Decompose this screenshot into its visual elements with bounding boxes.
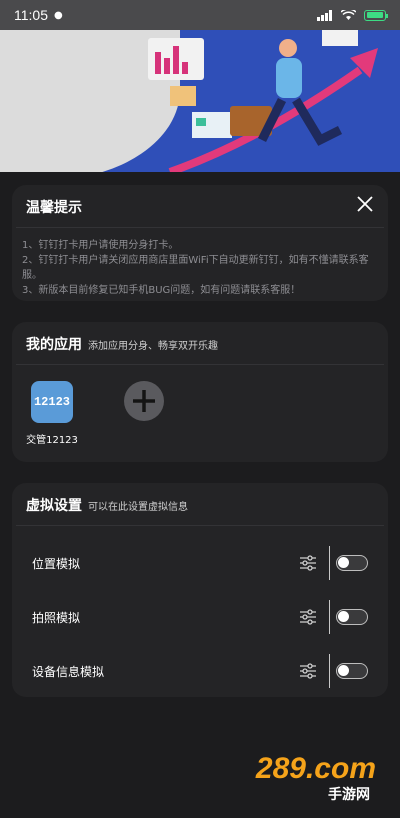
camera-toggle[interactable] bbox=[336, 609, 368, 625]
close-icon[interactable] bbox=[356, 195, 374, 213]
virtual-item-device-info: 设备信息模拟 bbox=[12, 644, 388, 698]
virtual-title: 虚拟设置 bbox=[26, 498, 82, 514]
location-toggle[interactable] bbox=[336, 555, 368, 571]
app-12123-icon[interactable]: 12123 bbox=[31, 381, 73, 423]
status-bar: 11:05 ● bbox=[0, 0, 400, 30]
virtual-item-label: 拍照模拟 bbox=[32, 610, 81, 625]
wifi-icon bbox=[341, 9, 356, 20]
virtual-settings-card: 虚拟设置 可以在此设置虚拟信息 位置模拟 拍照模拟 设备信息模拟 bbox=[12, 483, 388, 697]
add-app-item[interactable] bbox=[116, 381, 172, 446]
divider bbox=[329, 546, 330, 580]
virtual-item-location: 位置模拟 bbox=[12, 536, 388, 590]
app-icon-text: 12123 bbox=[33, 395, 70, 409]
apps-subtitle: 添加应用分身、畅享双开乐趣 bbox=[88, 341, 218, 352]
watermark-subtitle: 手游网 bbox=[328, 787, 370, 803]
divider bbox=[329, 600, 330, 634]
virtual-item-label: 位置模拟 bbox=[32, 556, 81, 571]
divider bbox=[329, 654, 330, 688]
tips-line: 3、新版本目前修复已知手机BUG问题，如有问题请联系客服！ bbox=[22, 285, 301, 296]
tips-title: 温馨提示 bbox=[26, 200, 82, 216]
banner-illustration bbox=[0, 30, 400, 172]
tips-line: 1、钉钉打卡用户请使用分身打卡。 bbox=[22, 240, 179, 251]
virtual-item-camera: 拍照模拟 bbox=[12, 590, 388, 644]
notification-icon: ● bbox=[54, 9, 63, 21]
apps-header: 我的应用 添加应用分身、畅享双开乐趣 bbox=[16, 322, 384, 365]
app-item-12123[interactable]: 12123 交管12123 bbox=[24, 381, 80, 446]
virtual-item-label: 设备信息模拟 bbox=[32, 664, 105, 679]
sliders-icon[interactable] bbox=[299, 608, 317, 626]
app-list: 12123 交管12123 bbox=[12, 365, 388, 446]
virtual-subtitle: 可以在此设置虚拟信息 bbox=[88, 502, 188, 513]
virtual-header: 虚拟设置 可以在此设置虚拟信息 bbox=[16, 483, 384, 526]
sliders-icon[interactable] bbox=[299, 554, 317, 572]
app-label: 交管12123 bbox=[26, 435, 78, 446]
tips-header: 温馨提示 bbox=[16, 185, 384, 228]
battery-icon bbox=[364, 9, 388, 21]
apps-title: 我的应用 bbox=[26, 337, 82, 353]
status-time: 11:05 bbox=[14, 7, 48, 23]
banner-art bbox=[148, 30, 378, 172]
status-icons bbox=[317, 9, 388, 21]
add-app-button[interactable] bbox=[124, 381, 164, 421]
plus-icon bbox=[133, 390, 155, 412]
device-info-toggle[interactable] bbox=[336, 663, 368, 679]
my-apps-card: 我的应用 添加应用分身、畅享双开乐趣 12123 交管12123 bbox=[12, 322, 388, 462]
sliders-icon[interactable] bbox=[299, 662, 317, 680]
tips-body: 1、钉钉打卡用户请使用分身打卡。 2、钉钉打卡用户请关闭应用商店里面WiFi下自… bbox=[12, 228, 388, 298]
watermark-logo: 289.com bbox=[255, 752, 376, 785]
tips-card: 温馨提示 1、钉钉打卡用户请使用分身打卡。 2、钉钉打卡用户请关闭应用商店里面W… bbox=[12, 185, 388, 301]
tips-line: 2、钉钉打卡用户请关闭应用商店里面WiFi下自动更新钉钉，如有不懂请联系客服。 bbox=[22, 255, 369, 281]
signal-icon bbox=[317, 9, 332, 21]
